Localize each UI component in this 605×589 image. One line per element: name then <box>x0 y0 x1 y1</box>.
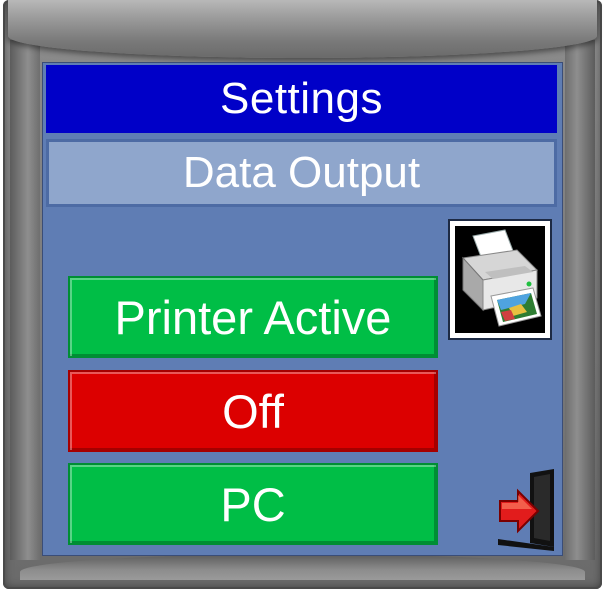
printer-icon <box>448 219 552 340</box>
printer-active-button[interactable]: Printer Active <box>68 276 438 358</box>
bezel-right <box>565 40 595 560</box>
off-button[interactable]: Off <box>68 370 438 452</box>
device-frame: Settings Data Output Printer Active Off … <box>0 0 605 589</box>
screen: Settings Data Output Printer Active Off … <box>42 62 563 556</box>
bezel-left <box>10 40 40 560</box>
page-subtitle: Data Output <box>46 139 557 207</box>
exit-door-icon[interactable] <box>494 467 560 551</box>
page-title: Settings <box>46 65 557 133</box>
pc-button[interactable]: PC <box>68 463 438 545</box>
bezel-top <box>8 0 597 58</box>
